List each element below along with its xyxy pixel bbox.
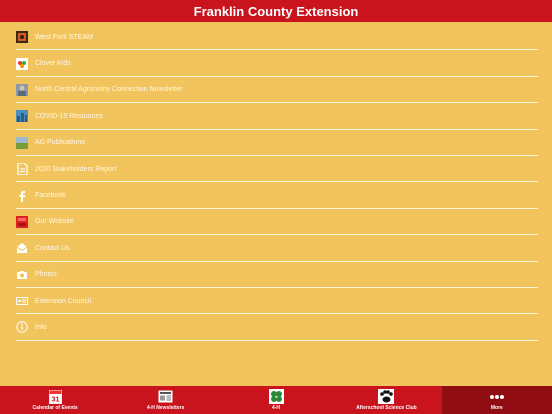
list-item-label: 2020 Stakeholders Report: [35, 165, 117, 173]
calendar-icon: 31: [48, 388, 62, 405]
bottom-tab-bar: 31 Calendar of Events 4-H Newsletters H …: [0, 386, 552, 414]
envelope-icon: [16, 242, 28, 254]
newsletter-icon: [158, 388, 173, 405]
list-item-label: North Central Agronomy Connection Newsle…: [35, 86, 183, 94]
paw-icon: [378, 388, 395, 405]
list-item-label: Our Website: [35, 218, 74, 226]
tab-calendar-of-events[interactable]: 31 Calendar of Events: [0, 386, 110, 414]
list-item-ag-publications[interactable]: AG Publications: [0, 130, 552, 157]
list-item-label: Facebook: [35, 192, 66, 200]
tab-label: 4-H Newsletters: [146, 405, 185, 411]
list-item-label: Clover Kids: [35, 60, 71, 68]
list-item-covid-resources[interactable]: COVID-19 Resources: [0, 103, 552, 130]
list-item-label: Extension Council: [35, 297, 92, 305]
steam-photo-icon: [16, 31, 28, 44]
calendar-day-number: 31: [51, 397, 59, 404]
clover-kids-icon: [16, 57, 28, 70]
list-item-info[interactable]: Info: [0, 314, 552, 342]
document-icon: [16, 163, 28, 176]
tab-4h[interactable]: H 4-H: [221, 386, 331, 414]
tab-label: More: [490, 405, 503, 411]
more-dots-icon: [489, 388, 505, 405]
tab-label: 4-H: [271, 405, 281, 411]
list-item-label: COVID-19 Resources: [35, 112, 103, 120]
facebook-icon: [16, 190, 28, 202]
website-icon: [16, 215, 28, 228]
list-item-facebook[interactable]: Facebook: [0, 182, 552, 210]
list-item-clover-kids[interactable]: Clover Kids: [0, 50, 552, 78]
list-item-photos[interactable]: Photos: [0, 262, 552, 289]
info-icon: [16, 321, 28, 334]
ag-field-icon: [16, 136, 28, 149]
app-header: Franklin County Extension: [0, 0, 552, 22]
list-item-label: AG Publications: [35, 139, 85, 147]
list-item-label: Photos: [35, 271, 57, 279]
svg-text:H: H: [275, 395, 277, 399]
id-card-icon: [16, 295, 28, 307]
list-item-extension-council[interactable]: Extension Council: [0, 288, 552, 315]
list-item-contact-us[interactable]: Contact Us: [0, 235, 552, 262]
tab-more[interactable]: More: [441, 386, 552, 414]
list-item-label: Info: [35, 323, 47, 331]
tab-label: Afterschool Science Club: [356, 405, 417, 411]
tab-afterschool-science-club[interactable]: Afterschool Science Club: [331, 386, 441, 414]
more-menu-list: West Fork STEAM Clover Kids North Centra…: [0, 24, 552, 342]
list-item-stakeholders-report[interactable]: 2020 Stakeholders Report: [0, 156, 552, 183]
newsletter-photo-icon: [16, 83, 28, 96]
list-item-agronomy-newsletter[interactable]: North Central Agronomy Connection Newsle…: [0, 77, 552, 104]
list-item-label: West Fork STEAM: [35, 33, 93, 41]
camera-icon: [16, 269, 28, 281]
app-title: Franklin County Extension: [193, 3, 359, 19]
list-item-label: Contact Us: [35, 244, 70, 252]
list-item-our-website[interactable]: Our Website: [0, 209, 552, 236]
covid-resources-icon: [16, 110, 28, 123]
clover-icon: H: [268, 388, 284, 405]
tab-label: Calendar of Events: [32, 405, 78, 411]
tab-4h-newsletters[interactable]: 4-H Newsletters: [110, 386, 220, 414]
list-item-west-fork-steam[interactable]: West Fork STEAM: [0, 24, 552, 51]
